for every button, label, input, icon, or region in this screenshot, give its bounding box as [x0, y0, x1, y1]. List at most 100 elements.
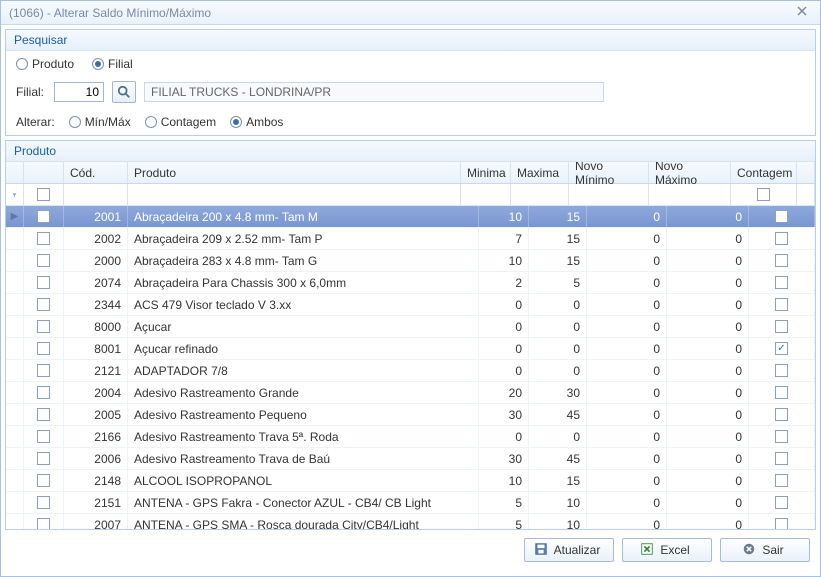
- table-row[interactable]: 2002Abraçadeira 209 x 2.52 mm- Tam P7150…: [6, 228, 815, 250]
- table-row[interactable]: 2166Adesivo Rastreamento Trava 5ª. Roda0…: [6, 426, 815, 448]
- row-checkbox[interactable]: [37, 210, 50, 223]
- col-maxima[interactable]: Maxima: [511, 162, 569, 183]
- radio-minmax[interactable]: Mín/Máx: [69, 115, 131, 129]
- filter-max[interactable]: [511, 184, 569, 205]
- table-row[interactable]: 2007ANTENA - GPS SMA - Rosca dourada Cit…: [6, 514, 815, 529]
- cell-nmax[interactable]: 0: [667, 404, 749, 425]
- cell-contagem-checkbox[interactable]: [775, 430, 788, 443]
- cell-contagem-checkbox[interactable]: [775, 342, 788, 355]
- table-row[interactable]: 2006Adesivo Rastreamento Trava de Baú304…: [6, 448, 815, 470]
- atualizar-button[interactable]: Atualizar: [524, 538, 614, 562]
- filial-input[interactable]: [54, 82, 104, 102]
- cell-nmin[interactable]: 0: [587, 470, 667, 491]
- table-row[interactable]: 2074Abraçadeira Para Chassis 300 x 6,0mm…: [6, 272, 815, 294]
- cell-nmax[interactable]: 0: [667, 426, 749, 447]
- cell-nmin[interactable]: 0: [587, 514, 667, 529]
- cell-nmax[interactable]: 0: [667, 272, 749, 293]
- search-button[interactable]: [112, 81, 136, 103]
- radio-produto[interactable]: Produto: [16, 57, 74, 71]
- row-checkbox[interactable]: [37, 342, 50, 355]
- cell-nmax[interactable]: 0: [667, 338, 749, 359]
- cell-nmax[interactable]: 0: [667, 250, 749, 271]
- cell-nmax[interactable]: 0: [667, 382, 749, 403]
- table-row[interactable]: 2148ALCOOL ISOPROPANOL101500: [6, 470, 815, 492]
- cell-contagem-checkbox[interactable]: [775, 210, 788, 223]
- row-checkbox[interactable]: [37, 276, 50, 289]
- cell-contagem-checkbox[interactable]: [775, 408, 788, 421]
- cell-contagem-checkbox[interactable]: [775, 452, 788, 465]
- cell-nmax[interactable]: 0: [667, 448, 749, 469]
- filter-contagem[interactable]: [731, 184, 797, 205]
- row-checkbox[interactable]: [37, 320, 50, 333]
- cell-contagem-checkbox[interactable]: [775, 518, 788, 529]
- close-icon[interactable]: [796, 5, 812, 21]
- cell-contagem-checkbox[interactable]: [775, 298, 788, 311]
- filter-produto[interactable]: [128, 184, 461, 205]
- col-minima[interactable]: Minima: [461, 162, 511, 183]
- table-row[interactable]: 2004Adesivo Rastreamento Grande203000: [6, 382, 815, 404]
- row-checkbox[interactable]: [37, 452, 50, 465]
- cell-contagem-checkbox[interactable]: [775, 496, 788, 509]
- filter-nmin[interactable]: [569, 184, 649, 205]
- cell-nmin[interactable]: 0: [587, 250, 667, 271]
- cell-nmin[interactable]: 0: [587, 448, 667, 469]
- col-novo-maximo[interactable]: Novo Máximo: [649, 162, 731, 183]
- row-checkbox[interactable]: [37, 474, 50, 487]
- cell-nmax[interactable]: 0: [667, 514, 749, 529]
- cell-contagem-checkbox[interactable]: [775, 386, 788, 399]
- filter-icon[interactable]: [6, 184, 24, 205]
- cell-nmin[interactable]: 0: [587, 492, 667, 513]
- cell-nmin[interactable]: 0: [587, 360, 667, 381]
- radio-contagem[interactable]: Contagem: [145, 115, 216, 129]
- cell-nmin[interactable]: 0: [587, 272, 667, 293]
- cell-nmax[interactable]: 0: [667, 360, 749, 381]
- col-novo-minimo[interactable]: Novo Mínimo: [569, 162, 649, 183]
- table-row[interactable]: 2151ANTENA - GPS Fakra - Conector AZUL -…: [6, 492, 815, 514]
- table-row[interactable]: 2005Adesivo Rastreamento Pequeno304500: [6, 404, 815, 426]
- row-checkbox[interactable]: [37, 386, 50, 399]
- row-checkbox[interactable]: [37, 430, 50, 443]
- cell-nmin[interactable]: 0: [587, 316, 667, 337]
- filter-min[interactable]: [461, 184, 511, 205]
- row-checkbox[interactable]: [37, 298, 50, 311]
- cell-nmin[interactable]: 0: [587, 294, 667, 315]
- cell-nmin[interactable]: 0: [587, 206, 667, 227]
- col-produto[interactable]: Produto: [128, 162, 461, 183]
- table-row[interactable]: 2000Abraçadeira 283 x 4.8 mm- Tam G10150…: [6, 250, 815, 272]
- radio-filial[interactable]: Filial: [92, 57, 133, 71]
- cell-nmax[interactable]: 0: [667, 492, 749, 513]
- cell-contagem-checkbox[interactable]: [775, 320, 788, 333]
- cell-contagem-checkbox[interactable]: [775, 232, 788, 245]
- row-checkbox[interactable]: [37, 232, 50, 245]
- row-checkbox[interactable]: [37, 254, 50, 267]
- row-checkbox[interactable]: [37, 364, 50, 377]
- filter-header-checkbox[interactable]: [24, 184, 64, 205]
- cell-nmax[interactable]: 0: [667, 294, 749, 315]
- row-checkbox[interactable]: [37, 518, 50, 529]
- table-row[interactable]: 8001Açucar refinado0000: [6, 338, 815, 360]
- cell-nmin[interactable]: 0: [587, 338, 667, 359]
- cell-nmin[interactable]: 0: [587, 382, 667, 403]
- grid-body[interactable]: ▶2001Abraçadeira 200 x 4.8 mm- Tam M1015…: [6, 206, 815, 529]
- cell-nmax[interactable]: 0: [667, 470, 749, 491]
- cell-nmax[interactable]: 0: [667, 228, 749, 249]
- table-row[interactable]: ▶2001Abraçadeira 200 x 4.8 mm- Tam M1015…: [6, 206, 815, 228]
- filter-nmax[interactable]: [649, 184, 731, 205]
- filter-cod[interactable]: [64, 184, 128, 205]
- col-cod[interactable]: Cód.: [64, 162, 128, 183]
- cell-nmin[interactable]: 0: [587, 426, 667, 447]
- cell-contagem-checkbox[interactable]: [775, 276, 788, 289]
- cell-nmax[interactable]: 0: [667, 316, 749, 337]
- table-row[interactable]: 8000Açucar0000: [6, 316, 815, 338]
- cell-contagem-checkbox[interactable]: [775, 364, 788, 377]
- radio-ambos[interactable]: Ambos: [230, 115, 283, 129]
- sair-button[interactable]: Sair: [720, 538, 810, 562]
- table-row[interactable]: 2344ACS 479 Visor teclado V 3.xx0000: [6, 294, 815, 316]
- cell-contagem-checkbox[interactable]: [775, 474, 788, 487]
- table-row[interactable]: 2121ADAPTADOR 7/80000: [6, 360, 815, 382]
- cell-contagem-checkbox[interactable]: [775, 254, 788, 267]
- row-checkbox[interactable]: [37, 408, 50, 421]
- cell-nmax[interactable]: 0: [667, 206, 749, 227]
- cell-nmin[interactable]: 0: [587, 228, 667, 249]
- col-contagem[interactable]: Contagem: [731, 162, 797, 183]
